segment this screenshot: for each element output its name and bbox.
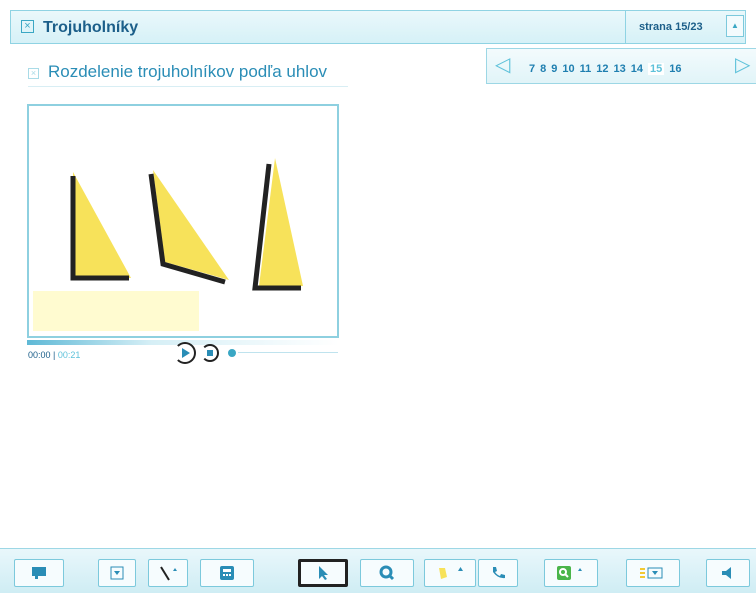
bottom-toolbar	[0, 548, 756, 593]
page-numbers: 7 8 9 10 11 12 13 14 15 16	[529, 59, 687, 77]
highlighter-button[interactable]	[424, 559, 476, 587]
page-link[interactable]: 10	[562, 63, 574, 75]
time-total: 00:21	[57, 350, 81, 360]
speaker-icon	[722, 567, 731, 579]
line-tool-button[interactable]	[148, 559, 188, 587]
pointer-button[interactable]	[298, 559, 348, 587]
video-frame[interactable]	[27, 104, 339, 338]
triangle-shape	[73, 172, 131, 278]
volume-handle[interactable]	[228, 349, 236, 357]
caption-area	[33, 291, 199, 331]
calculator-button[interactable]	[200, 559, 254, 587]
volume-track[interactable]	[238, 352, 338, 353]
search-icon	[379, 565, 395, 581]
list-panel-icon	[640, 567, 663, 579]
timecode: 00:00 | 00:21	[28, 350, 80, 360]
section-title: Rozdelenie trojuholníkov podľa uhlov	[48, 62, 328, 81]
search-button[interactable]	[360, 559, 414, 587]
dropdown-icon	[110, 566, 124, 580]
zoom-in-icon	[557, 566, 582, 580]
phone-icon	[493, 567, 505, 579]
phone-button[interactable]	[478, 559, 518, 587]
next-page-icon[interactable]: ▷	[735, 55, 750, 75]
page-indicator-box: strana 15/23 ▲	[625, 11, 746, 43]
play-icon[interactable]	[174, 342, 196, 364]
page-link[interactable]: 15	[648, 63, 665, 75]
page-link[interactable]: 16	[669, 63, 681, 75]
speaker-button[interactable]	[706, 559, 750, 587]
highlighter-icon	[439, 567, 463, 579]
calculator-icon	[220, 566, 234, 580]
page-link[interactable]: 7	[529, 63, 535, 75]
line-tool-icon	[160, 566, 177, 581]
page-link[interactable]: 8	[540, 63, 546, 75]
pointer-icon	[319, 566, 328, 580]
page-link[interactable]: 14	[631, 63, 643, 75]
page-link[interactable]: 13	[614, 63, 626, 75]
chevron-up-icon[interactable]: ▲	[726, 15, 744, 37]
stop-icon[interactable]	[201, 344, 219, 362]
page-title: Trojuholníky	[43, 19, 139, 36]
close-icon[interactable]: ×	[21, 20, 34, 33]
top-header: × Trojuholníky strana 15/23 ▲	[10, 10, 746, 44]
comment-icon	[32, 567, 46, 579]
comment-button[interactable]	[14, 559, 64, 587]
page-link[interactable]: 9	[551, 63, 557, 75]
prev-page-icon[interactable]: ◁	[495, 55, 510, 75]
page-indicator: strana 15/23	[639, 21, 703, 33]
page-link[interactable]: 11	[580, 63, 592, 75]
dropdown-button[interactable]	[98, 559, 136, 587]
page-navigation: ◁ 7 8 9 10 11 12 13 14 15 16 ▷	[486, 48, 756, 84]
page-link[interactable]: 12	[596, 63, 608, 75]
zoom-in-button[interactable]	[544, 559, 598, 587]
time-current: 00:00	[28, 350, 51, 360]
section-divider	[28, 86, 348, 87]
list-panel-button[interactable]	[626, 559, 680, 587]
section-close-icon[interactable]: ×	[28, 68, 39, 79]
